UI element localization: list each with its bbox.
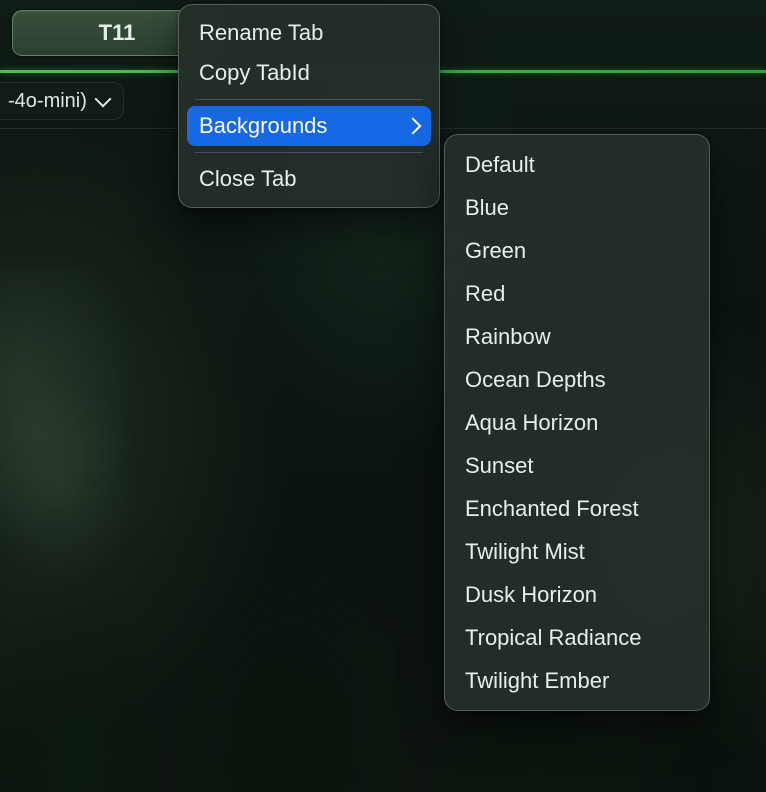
- submenu-item-label: Green: [465, 238, 526, 264]
- chevron-right-icon: [409, 118, 419, 134]
- menu-item-label: Backgrounds: [199, 113, 327, 139]
- submenu-item-tropical-radiance[interactable]: Tropical Radiance: [453, 616, 701, 659]
- submenu-item-default[interactable]: Default: [453, 143, 701, 186]
- background-branch: [0, 270, 230, 630]
- menu-separator: [195, 99, 423, 100]
- model-dropdown[interactable]: -4o-mini): [0, 82, 124, 120]
- backgrounds-submenu: Default Blue Green Red Rainbow Ocean Dep…: [444, 134, 710, 711]
- menu-item-close-tab[interactable]: Close Tab: [187, 159, 431, 199]
- submenu-item-label: Ocean Depths: [465, 367, 606, 393]
- submenu-item-label: Enchanted Forest: [465, 496, 639, 522]
- submenu-item-label: Sunset: [465, 453, 534, 479]
- submenu-item-ocean-depths[interactable]: Ocean Depths: [453, 358, 701, 401]
- tab-context-menu: Rename Tab Copy TabId Backgrounds Close …: [178, 4, 440, 208]
- submenu-item-twilight-ember[interactable]: Twilight Ember: [453, 659, 701, 702]
- submenu-item-label: Blue: [465, 195, 509, 221]
- submenu-item-red[interactable]: Red: [453, 272, 701, 315]
- model-label: -4o-mini): [8, 90, 87, 113]
- menu-item-label: Rename Tab: [199, 20, 323, 46]
- submenu-item-blue[interactable]: Blue: [453, 186, 701, 229]
- submenu-item-label: Twilight Ember: [465, 668, 609, 694]
- submenu-item-enchanted-forest[interactable]: Enchanted Forest: [453, 487, 701, 530]
- submenu-item-green[interactable]: Green: [453, 229, 701, 272]
- submenu-item-label: Red: [465, 281, 505, 307]
- tab-label: T11: [99, 20, 136, 46]
- submenu-item-label: Twilight Mist: [465, 539, 585, 565]
- submenu-item-dusk-horizon[interactable]: Dusk Horizon: [453, 573, 701, 616]
- submenu-item-sunset[interactable]: Sunset: [453, 444, 701, 487]
- submenu-item-label: Rainbow: [465, 324, 551, 350]
- menu-item-label: Close Tab: [199, 166, 296, 192]
- menu-separator: [195, 152, 423, 153]
- submenu-item-rainbow[interactable]: Rainbow: [453, 315, 701, 358]
- submenu-item-label: Tropical Radiance: [465, 625, 642, 651]
- chevron-down-icon: [95, 96, 111, 106]
- submenu-item-label: Aqua Horizon: [465, 410, 598, 436]
- menu-item-label: Copy TabId: [199, 60, 310, 86]
- submenu-item-aqua-horizon[interactable]: Aqua Horizon: [453, 401, 701, 444]
- menu-item-copy-tabid[interactable]: Copy TabId: [187, 53, 431, 93]
- submenu-item-twilight-mist[interactable]: Twilight Mist: [453, 530, 701, 573]
- submenu-item-label: Default: [465, 152, 535, 178]
- submenu-item-label: Dusk Horizon: [465, 582, 597, 608]
- menu-item-rename-tab[interactable]: Rename Tab: [187, 13, 431, 53]
- menu-item-backgrounds[interactable]: Backgrounds: [187, 106, 431, 146]
